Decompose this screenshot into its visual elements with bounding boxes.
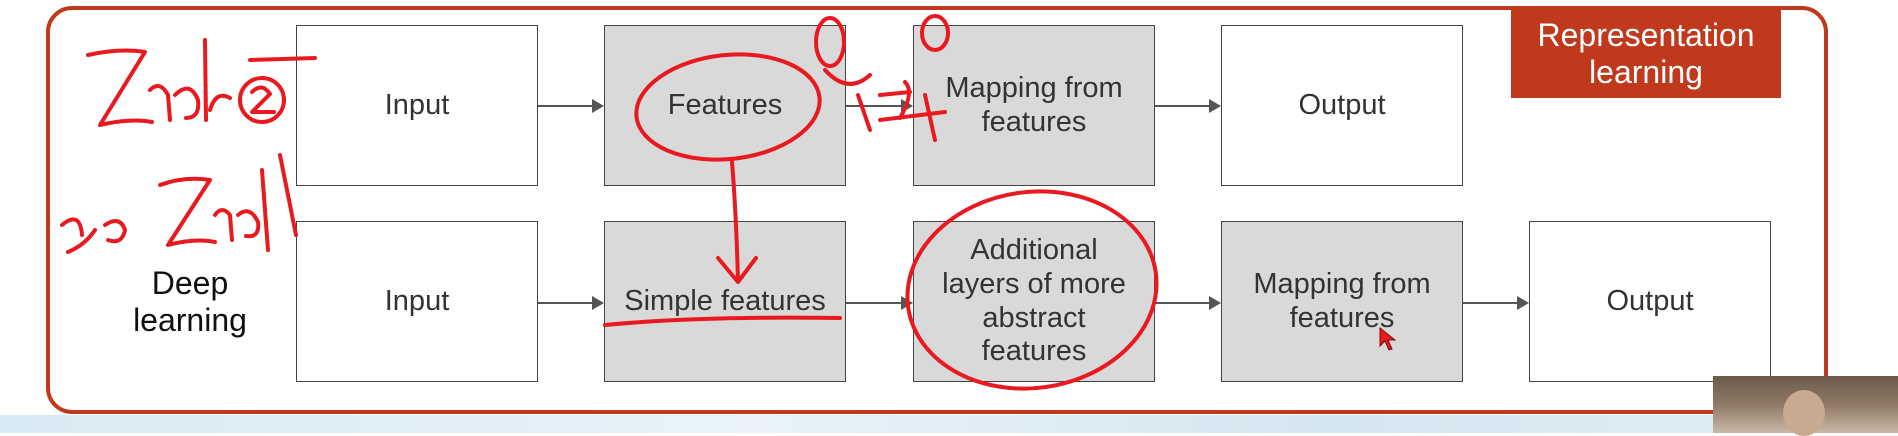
circle-abstract-features [905, 189, 1159, 391]
scribble-top-middle [823, 68, 947, 142]
zero-mark-1 [814, 16, 846, 68]
underline-simple-features [603, 315, 842, 327]
pen-annotations [60, 14, 1397, 391]
arrow-to-simple-features [716, 160, 758, 284]
scribble-top-left [86, 38, 232, 127]
presenter-head [1783, 390, 1825, 436]
circle-features [634, 52, 822, 162]
scribble-mid-left [60, 153, 298, 254]
webcam-thumbnail [1713, 376, 1898, 436]
cursor-icon [1379, 326, 1397, 351]
zero-mark-2 [920, 14, 950, 52]
bottom-background-strip [0, 415, 1898, 433]
